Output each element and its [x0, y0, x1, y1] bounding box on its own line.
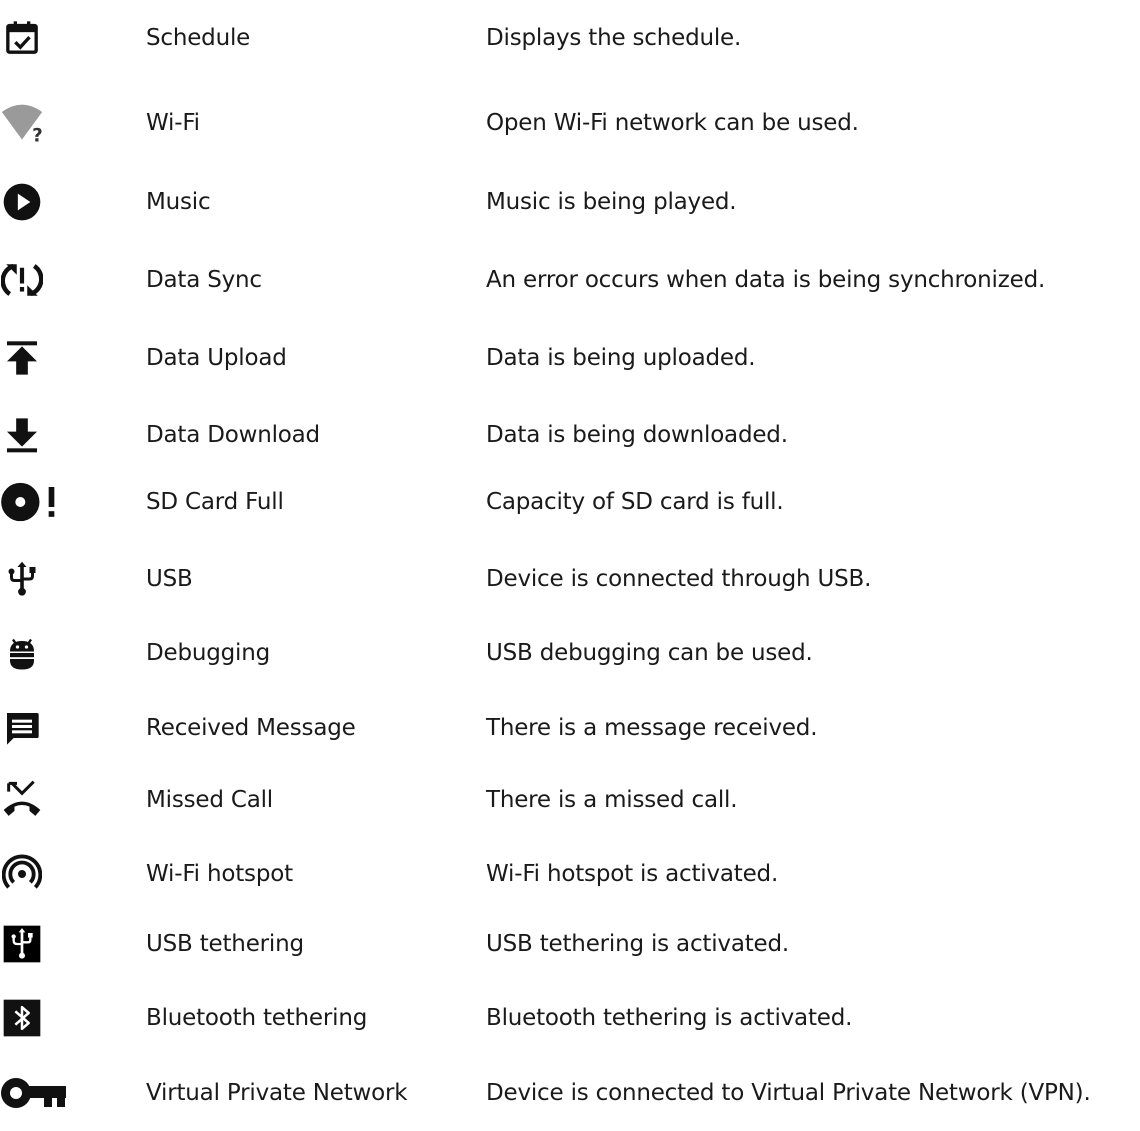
- row-name: Wi-Fi: [146, 110, 200, 136]
- calendar-check-icon: [0, 16, 44, 60]
- table-row: Data Download Data is being downloaded.: [0, 413, 1140, 473]
- table-row: Bluetooth tethering Bluetooth tethering …: [0, 996, 1140, 1056]
- table-row: SD Card Full Capacity of SD card is full…: [0, 480, 1140, 540]
- row-name: Missed Call: [146, 787, 273, 813]
- row-description: An error occurs when data is being synch…: [486, 267, 1046, 293]
- row-name: Data Download: [146, 422, 320, 448]
- table-row: Debugging USB debugging can be used.: [0, 631, 1140, 691]
- row-description: USB tethering is activated.: [486, 931, 789, 957]
- table-row: Music Music is being played.: [0, 180, 1140, 240]
- sd-card-full-icon: [0, 480, 70, 524]
- table-row: ? Wi-Fi Open Wi-Fi network can be used.: [0, 101, 1140, 161]
- row-description: Wi-Fi hotspot is activated.: [486, 861, 779, 887]
- message-icon: [0, 706, 44, 750]
- missed-call-icon: [0, 778, 44, 822]
- usb-icon: [0, 557, 44, 601]
- wifi-question-icon: ?: [0, 101, 44, 145]
- row-description: Displays the schedule.: [486, 25, 742, 51]
- row-description: Capacity of SD card is full.: [486, 489, 784, 515]
- row-name: Data Upload: [146, 345, 287, 371]
- row-name: Debugging: [146, 640, 271, 666]
- table-row: Virtual Private Network Device is connec…: [0, 1071, 1140, 1131]
- wifi-hotspot-icon: [0, 852, 44, 896]
- svg-text:?: ?: [32, 125, 43, 145]
- table-row: Data Sync An error occurs when data is b…: [0, 258, 1140, 318]
- row-description: Device is connected to Virtual Private N…: [486, 1080, 1091, 1106]
- row-name: Virtual Private Network: [146, 1080, 408, 1106]
- row-description: Data is being uploaded.: [486, 345, 756, 371]
- table-row: Schedule Displays the schedule.: [0, 16, 1140, 76]
- row-name: Schedule: [146, 25, 251, 51]
- row-description: There is a message received.: [486, 715, 818, 741]
- row-description: Device is connected through USB.: [486, 566, 872, 592]
- table-row: Missed Call There is a missed call.: [0, 778, 1140, 838]
- row-description: Bluetooth tethering is activated.: [486, 1005, 853, 1031]
- row-description: USB debugging can be used.: [486, 640, 813, 666]
- upload-icon: [0, 336, 44, 380]
- table-row: Data Upload Data is being uploaded.: [0, 336, 1140, 396]
- vpn-key-icon: [0, 1071, 70, 1115]
- row-description: Data is being downloaded.: [486, 422, 788, 448]
- row-description: Open Wi-Fi network can be used.: [486, 110, 859, 136]
- row-name: Wi-Fi hotspot: [146, 861, 293, 887]
- usb-tethering-icon: [0, 922, 44, 966]
- row-name: USB tethering: [146, 931, 304, 957]
- android-debug-icon: [0, 631, 44, 675]
- table-row: Received Message There is a message rece…: [0, 706, 1140, 766]
- row-description: There is a missed call.: [486, 787, 738, 813]
- bluetooth-tethering-icon: [0, 996, 44, 1040]
- row-description: Music is being played.: [486, 189, 737, 215]
- download-icon: [0, 413, 44, 457]
- row-name: Received Message: [146, 715, 356, 741]
- row-name: Bluetooth tethering: [146, 1005, 368, 1031]
- row-name: SD Card Full: [146, 489, 284, 515]
- table-row: USB tethering USB tethering is activated…: [0, 922, 1140, 982]
- table-row: Wi-Fi hotspot Wi-Fi hotspot is activated…: [0, 852, 1140, 912]
- table-row: USB Device is connected through USB.: [0, 557, 1140, 617]
- row-name: USB: [146, 566, 193, 592]
- sync-error-icon: [0, 258, 44, 302]
- row-name: Music: [146, 189, 211, 215]
- play-circle-icon: [0, 180, 44, 224]
- row-name: Data Sync: [146, 267, 262, 293]
